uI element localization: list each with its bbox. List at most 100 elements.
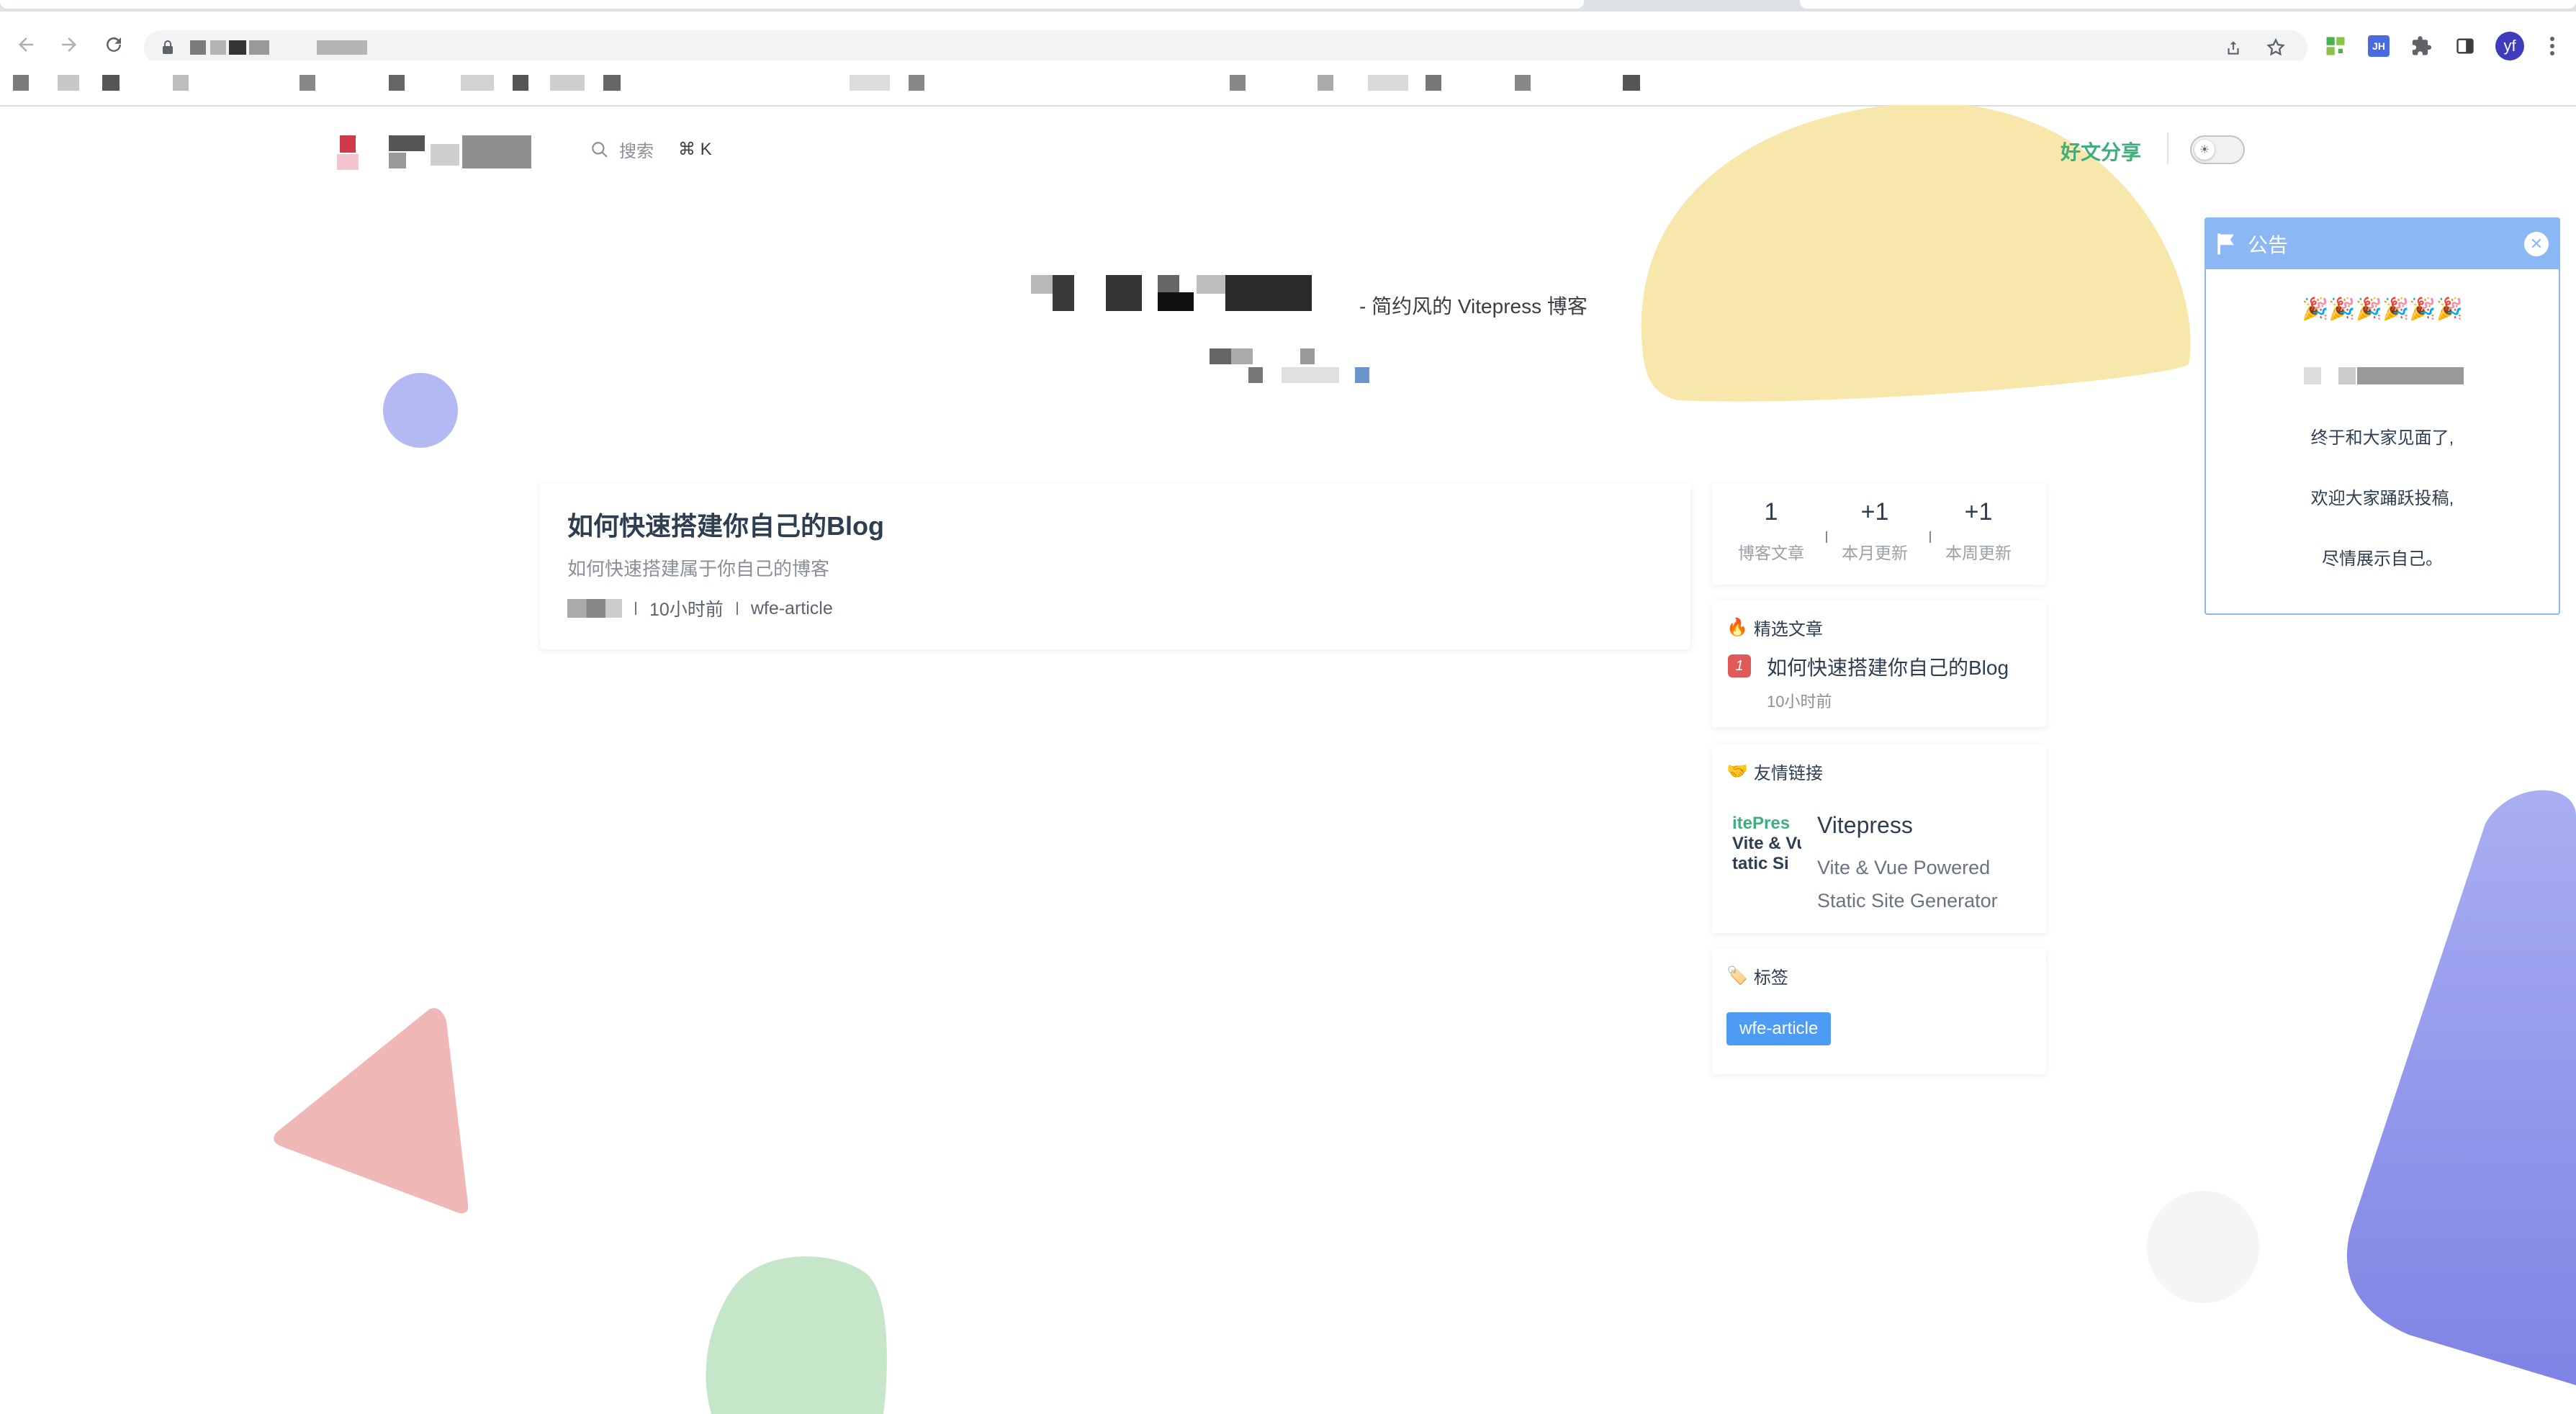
blurred-url xyxy=(190,40,206,55)
side-panel-icon[interactable] xyxy=(2451,32,2480,60)
blurred-bookmark[interactable] xyxy=(850,75,890,91)
friend-name[interactable]: Vitepress xyxy=(1817,812,1913,839)
friends-title: 友情链接 xyxy=(1753,764,1823,783)
tags-heading: 🏷️ 标签 xyxy=(1726,963,1788,989)
blurred-url xyxy=(317,40,367,55)
search-button[interactable]: 搜索 ⌘ K xyxy=(590,137,712,162)
blurred-bookmark[interactable] xyxy=(173,75,189,91)
post-card[interactable]: 如何快速搭建你自己的Blog 如何快速搭建属于你自己的博客 10小时前 wfe-… xyxy=(540,484,1690,649)
stat-label: 本周更新 xyxy=(1945,544,2012,562)
featured-item-title[interactable]: 如何快速搭建你自己的Blog xyxy=(1767,652,2009,681)
friends-heading: 🤝 友情链接 xyxy=(1726,759,1823,784)
stat-month: +1 本月更新 xyxy=(1824,498,1925,564)
blurred-url xyxy=(249,40,269,55)
nav-link-share[interactable]: 好文分享 xyxy=(2061,137,2141,166)
blurred-bookmark[interactable] xyxy=(603,75,621,91)
qr-extension-icon[interactable] xyxy=(2321,32,2350,60)
grey-circle-shape xyxy=(2147,1191,2259,1303)
blurred-bookmark[interactable] xyxy=(513,75,528,91)
reload-icon xyxy=(107,37,121,52)
blurred-bookmark[interactable] xyxy=(389,75,405,91)
post-meta: 10小时前 wfe-article xyxy=(567,595,833,621)
blurred-bookmark[interactable] xyxy=(1368,75,1408,91)
tab-strip xyxy=(0,0,2576,12)
blurred-url xyxy=(229,40,246,55)
blurred-bookmark[interactable] xyxy=(1623,75,1640,91)
close-icon[interactable]: ✕ xyxy=(2524,232,2549,256)
post-time: 10小时前 xyxy=(649,600,724,620)
theme-toggle[interactable]: ☀ xyxy=(2190,135,2245,164)
announcement-blurred-line xyxy=(2304,367,2464,384)
stat-value: +1 xyxy=(1860,498,1889,526)
post-title[interactable]: 如何快速搭建你自己的Blog xyxy=(567,505,884,543)
meta-separator xyxy=(736,602,738,615)
blurred-bookmark[interactable] xyxy=(1515,75,1531,91)
search-shortcut: ⌘ K xyxy=(678,140,712,159)
announcement-line-3: 尽情展示自己。 xyxy=(2322,549,2443,569)
blurred-bookmark[interactable] xyxy=(1318,75,1333,91)
share-icon[interactable] xyxy=(2224,39,2243,58)
flag-icon xyxy=(2217,233,2234,255)
search-placeholder: 搜索 xyxy=(619,142,654,161)
menu-kebab-icon[interactable] xyxy=(2541,32,2563,60)
featured-title: 精选文章 xyxy=(1753,620,1823,639)
blurred-bookmark[interactable] xyxy=(102,75,120,91)
author-blurred xyxy=(567,599,622,618)
profile-avatar[interactable]: yf xyxy=(2495,32,2524,60)
friends-card: 🤝 友情链接 itePres Vite & Vu tatic Si Vitepr… xyxy=(1712,744,2046,933)
jh-extension-icon[interactable]: JH xyxy=(2364,32,2393,60)
stat-label: 本月更新 xyxy=(1842,544,1908,562)
stat-label: 博客文章 xyxy=(1738,544,1804,562)
bookmark-star-icon[interactable] xyxy=(2266,37,2286,58)
bookmarks-bar-blurred xyxy=(0,60,2576,107)
forward-button[interactable] xyxy=(53,29,85,60)
blurred-bookmark[interactable] xyxy=(300,75,315,91)
handshake-icon: 🤝 xyxy=(1726,762,1748,781)
tag-icon: 🏷️ xyxy=(1726,966,1748,986)
reload-button[interactable] xyxy=(98,29,130,60)
blue-parallelogram-shape xyxy=(2346,790,2576,1385)
blurred-bookmark[interactable] xyxy=(58,75,79,91)
hero-title-blurred xyxy=(998,274,1336,331)
browser-toolbar: JH yf xyxy=(0,12,2576,65)
stat-value: +1 xyxy=(1964,498,1993,526)
arrow-left-icon xyxy=(19,37,33,52)
friend-description: Vite & Vue Powered Static Site Generator xyxy=(1817,857,1998,911)
blurred-bookmark[interactable] xyxy=(1426,75,1441,91)
address-bar[interactable] xyxy=(144,30,2307,65)
blurred-bookmark[interactable] xyxy=(13,75,29,91)
stats-card: 1 博客文章 +1 本月更新 +1 本周更新 xyxy=(1712,484,2046,585)
hero-tagline-blurred xyxy=(1210,346,1375,386)
browser-tab[interactable] xyxy=(0,0,1584,9)
rank-badge: 1 xyxy=(1728,654,1751,677)
announcement-line-2: 欢迎大家踊跃投稿, xyxy=(2310,489,2454,508)
hero-subtitle: - 简约风的 Vitepress 博客 xyxy=(1359,295,1588,318)
featured-heading: 🔥 精选文章 xyxy=(1726,615,1823,640)
blurred-bookmark[interactable] xyxy=(461,75,494,91)
vitepress-logo[interactable]: itePres Vite & Vu tatic Si xyxy=(1732,814,1801,874)
featured-item-time: 10小时前 xyxy=(1767,693,1832,711)
puzzle-extensions-icon[interactable] xyxy=(2408,32,2436,60)
lock-icon xyxy=(163,40,173,54)
stat-week: +1 本周更新 xyxy=(1928,498,2029,564)
blurred-bookmark[interactable] xyxy=(1230,75,1246,91)
announcement-header: 公告 ✕ xyxy=(2206,219,2559,269)
back-button[interactable] xyxy=(10,29,42,60)
blurred-bookmark[interactable] xyxy=(550,75,585,91)
arrow-right-icon xyxy=(62,37,76,52)
tags-card: 🏷️ 标签 wfe-article xyxy=(1712,949,2046,1074)
site-logo-blurred[interactable] xyxy=(308,134,533,171)
stat-value: 1 xyxy=(1764,498,1778,526)
search-icon xyxy=(592,141,608,158)
tag-chip[interactable]: wfe-article xyxy=(1726,1012,1832,1045)
nav-divider xyxy=(2167,132,2169,164)
fire-icon: 🔥 xyxy=(1726,618,1748,637)
site-header: 搜索 ⌘ K 好文分享 ☀ xyxy=(0,107,2576,193)
sun-icon: ☀ xyxy=(2194,140,2215,160)
green-square-shape xyxy=(706,1256,887,1414)
post-tag[interactable]: wfe-article xyxy=(751,598,833,619)
browser-tab[interactable] xyxy=(1800,0,2576,9)
blurred-bookmark[interactable] xyxy=(909,75,924,91)
announcement-title: 公告 xyxy=(2248,234,2289,256)
purple-circle-shape xyxy=(383,373,458,448)
